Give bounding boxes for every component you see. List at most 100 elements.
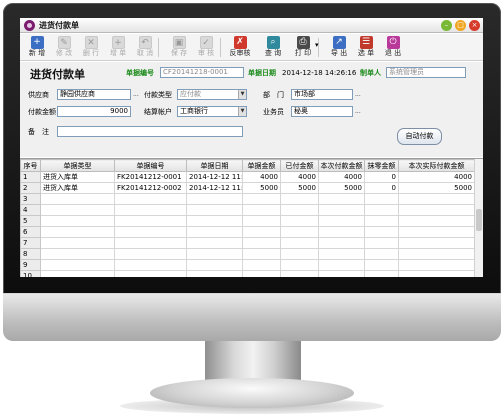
cell-round[interactable] bbox=[364, 237, 399, 249]
cell-paid[interactable]: 4000 bbox=[280, 171, 319, 183]
column-header[interactable]: 单据日期 bbox=[186, 159, 243, 172]
cell-round[interactable] bbox=[364, 193, 399, 205]
cell-amount[interactable] bbox=[242, 270, 281, 277]
cell-round[interactable] bbox=[364, 226, 399, 238]
cell-paid[interactable]: 5000 bbox=[280, 182, 319, 194]
cell-actual[interactable] bbox=[398, 193, 475, 205]
toolbar-button-10[interactable]: ↗ 导 出 bbox=[326, 36, 352, 59]
cell-this_pay[interactable]: 5000 bbox=[318, 182, 365, 194]
cell-date[interactable] bbox=[186, 237, 243, 249]
column-header[interactable]: 单据编号 bbox=[114, 159, 187, 172]
cell-date[interactable] bbox=[186, 226, 243, 238]
cell-this_pay[interactable] bbox=[318, 193, 365, 205]
cell-code[interactable] bbox=[114, 193, 187, 205]
cell-actual[interactable] bbox=[398, 259, 475, 271]
supplier-lookup-icon[interactable]: ... bbox=[133, 89, 139, 100]
supplier-field[interactable]: 静园供应商 bbox=[57, 89, 131, 100]
column-header[interactable]: 本次实际付款金额 bbox=[398, 159, 475, 172]
table-row[interactable]: 3 bbox=[20, 193, 475, 205]
dept-field[interactable]: 市场部 bbox=[291, 89, 353, 100]
cell-actual[interactable] bbox=[398, 226, 475, 238]
cell-amount[interactable]: 5000 bbox=[242, 182, 281, 194]
toolbar-button-0[interactable]: + 新 增 bbox=[24, 36, 50, 59]
cell-this_pay[interactable] bbox=[318, 226, 365, 238]
cell-actual[interactable] bbox=[398, 215, 475, 227]
cell-type[interactable] bbox=[40, 259, 115, 271]
toolbar-button-4[interactable]: ↶ 取 消 bbox=[132, 36, 158, 59]
close-icon[interactable]: × bbox=[469, 20, 480, 31]
cell-type[interactable] bbox=[40, 193, 115, 205]
cell-code[interactable] bbox=[114, 270, 187, 277]
cell-type[interactable]: 进货入库单 bbox=[40, 171, 115, 183]
column-header[interactable]: 抹零金额 bbox=[364, 159, 399, 172]
cell-date[interactable] bbox=[186, 204, 243, 216]
column-header[interactable]: 已付金额 bbox=[280, 159, 319, 172]
staff-lookup-icon[interactable]: ... bbox=[355, 106, 361, 117]
toolbar-button-11[interactable]: ☰ 选 单 bbox=[353, 36, 379, 59]
cell-this_pay[interactable] bbox=[318, 237, 365, 249]
cell-code[interactable] bbox=[114, 204, 187, 216]
table-row[interactable]: 1 进货入库单 FK20141212-0001 2014-12-12 11: 4000 4… bbox=[20, 171, 475, 183]
cell-round[interactable] bbox=[364, 204, 399, 216]
column-header[interactable]: 单据金额 bbox=[242, 159, 281, 172]
cell-paid[interactable] bbox=[280, 237, 319, 249]
table-row[interactable]: 10 bbox=[20, 270, 475, 277]
cell-type[interactable] bbox=[40, 237, 115, 249]
cell-this_pay[interactable]: 4000 bbox=[318, 171, 365, 183]
toolbar-button-2[interactable]: ✕ 删 行 bbox=[78, 36, 104, 59]
account-select[interactable]: 工商银行 ▼ bbox=[177, 106, 247, 117]
cell-type[interactable] bbox=[40, 248, 115, 260]
creator-field[interactable]: 系统管理员 bbox=[386, 67, 466, 78]
cell-code[interactable]: FK20141212-0002 bbox=[114, 182, 187, 194]
table-row[interactable]: 7 bbox=[20, 237, 475, 249]
cell-type[interactable] bbox=[40, 226, 115, 238]
cell-type[interactable] bbox=[40, 215, 115, 227]
cell-round[interactable] bbox=[364, 270, 399, 277]
staff-field[interactable]: 秘奥 bbox=[291, 106, 353, 117]
cell-actual[interactable] bbox=[398, 237, 475, 249]
cell-amount[interactable] bbox=[242, 237, 281, 249]
cell-round[interactable]: 0 bbox=[364, 182, 399, 194]
remark-field[interactable] bbox=[57, 126, 243, 137]
cell-paid[interactable] bbox=[280, 259, 319, 271]
print-dropdown-icon[interactable]: ▾ bbox=[315, 41, 319, 49]
cell-this_pay[interactable] bbox=[318, 259, 365, 271]
table-row[interactable]: 6 bbox=[20, 226, 475, 238]
cell-paid[interactable] bbox=[280, 270, 319, 277]
cell-this_pay[interactable] bbox=[318, 270, 365, 277]
doc-no-field[interactable]: CF20141218-0001 bbox=[160, 67, 244, 78]
auto-pay-button[interactable]: 自动付款 bbox=[397, 128, 442, 145]
cell-date[interactable] bbox=[186, 193, 243, 205]
toolbar-button-6[interactable]: ✓ 审 核 bbox=[193, 36, 219, 59]
toolbar-button-1[interactable]: ✎ 修 改 bbox=[51, 36, 77, 59]
cell-type[interactable]: 进货入库单 bbox=[40, 182, 115, 194]
column-header[interactable]: 单据类型 bbox=[40, 159, 115, 172]
table-row[interactable]: 2 进货入库单 FK20141212-0002 2014-12-12 11: 5000 5… bbox=[20, 182, 475, 194]
chevron-down-icon[interactable]: ▼ bbox=[238, 107, 246, 116]
dept-lookup-icon[interactable]: ... bbox=[355, 89, 361, 100]
toolbar-button-8[interactable]: ⌕ 查 询 bbox=[260, 36, 286, 59]
cell-date[interactable]: 2014-12-12 11: bbox=[186, 182, 243, 194]
cell-actual[interactable] bbox=[398, 248, 475, 260]
column-header[interactable]: 序号 bbox=[20, 159, 41, 172]
amount-field[interactable]: 9000 bbox=[57, 106, 131, 117]
pay-type-select[interactable]: 应付款 ▼ bbox=[177, 89, 247, 100]
minimize-icon[interactable]: – bbox=[441, 20, 452, 31]
cell-paid[interactable] bbox=[280, 193, 319, 205]
cell-paid[interactable] bbox=[280, 215, 319, 227]
column-header[interactable]: 本次付款金额 bbox=[318, 159, 365, 172]
cell-date[interactable]: 2014-12-12 11: bbox=[186, 171, 243, 183]
cell-paid[interactable] bbox=[280, 248, 319, 260]
chevron-down-icon[interactable]: ▼ bbox=[238, 90, 246, 99]
cell-amount[interactable] bbox=[242, 248, 281, 260]
cell-actual[interactable]: 4000 bbox=[398, 171, 475, 183]
cell-date[interactable] bbox=[186, 259, 243, 271]
cell-amount[interactable] bbox=[242, 226, 281, 238]
toolbar-button-5[interactable]: ▣ 保 存 bbox=[166, 36, 192, 59]
cell-amount[interactable] bbox=[242, 215, 281, 227]
cell-this_pay[interactable] bbox=[318, 248, 365, 260]
cell-type[interactable] bbox=[40, 204, 115, 216]
cell-actual[interactable] bbox=[398, 204, 475, 216]
cell-code[interactable]: FK20141212-0001 bbox=[114, 171, 187, 183]
cell-amount[interactable] bbox=[242, 259, 281, 271]
